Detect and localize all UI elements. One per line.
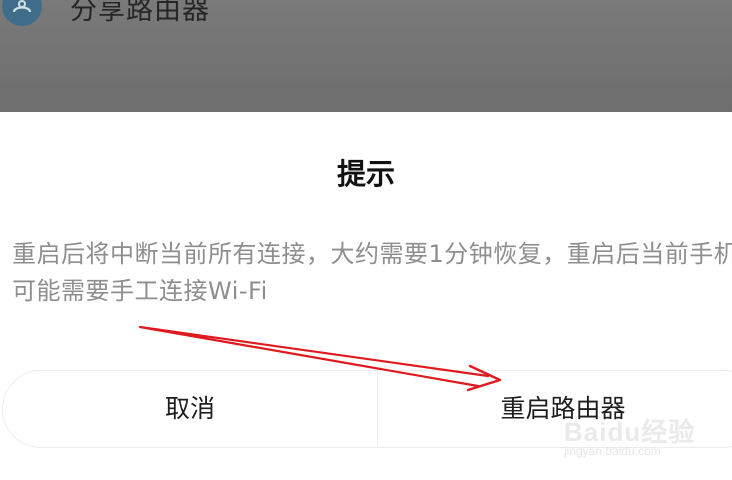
background-item-label: 分享路由器	[70, 0, 210, 26]
screen: 分享路由器 提示 重启后将中断当前所有连接，大约需要1分钟恢复，重启后当前手机可…	[0, 0, 732, 480]
dimmed-backdrop[interactable]: 分享路由器	[0, 0, 732, 112]
dialog-message: 重启后将中断当前所有连接，大约需要1分钟恢复，重启后当前手机可能需要手工连接Wi…	[12, 240, 732, 305]
background-list-item: 分享路由器	[0, 0, 732, 40]
baidu-jingyan-watermark: Baidu经验 jingyan.baidu.com	[560, 412, 730, 472]
cancel-button[interactable]: 取消	[3, 371, 377, 447]
watermark-url: jingyan.baidu.com	[564, 444, 661, 458]
share-router-icon	[2, 0, 42, 26]
dialog-title: 提示	[336, 157, 395, 191]
